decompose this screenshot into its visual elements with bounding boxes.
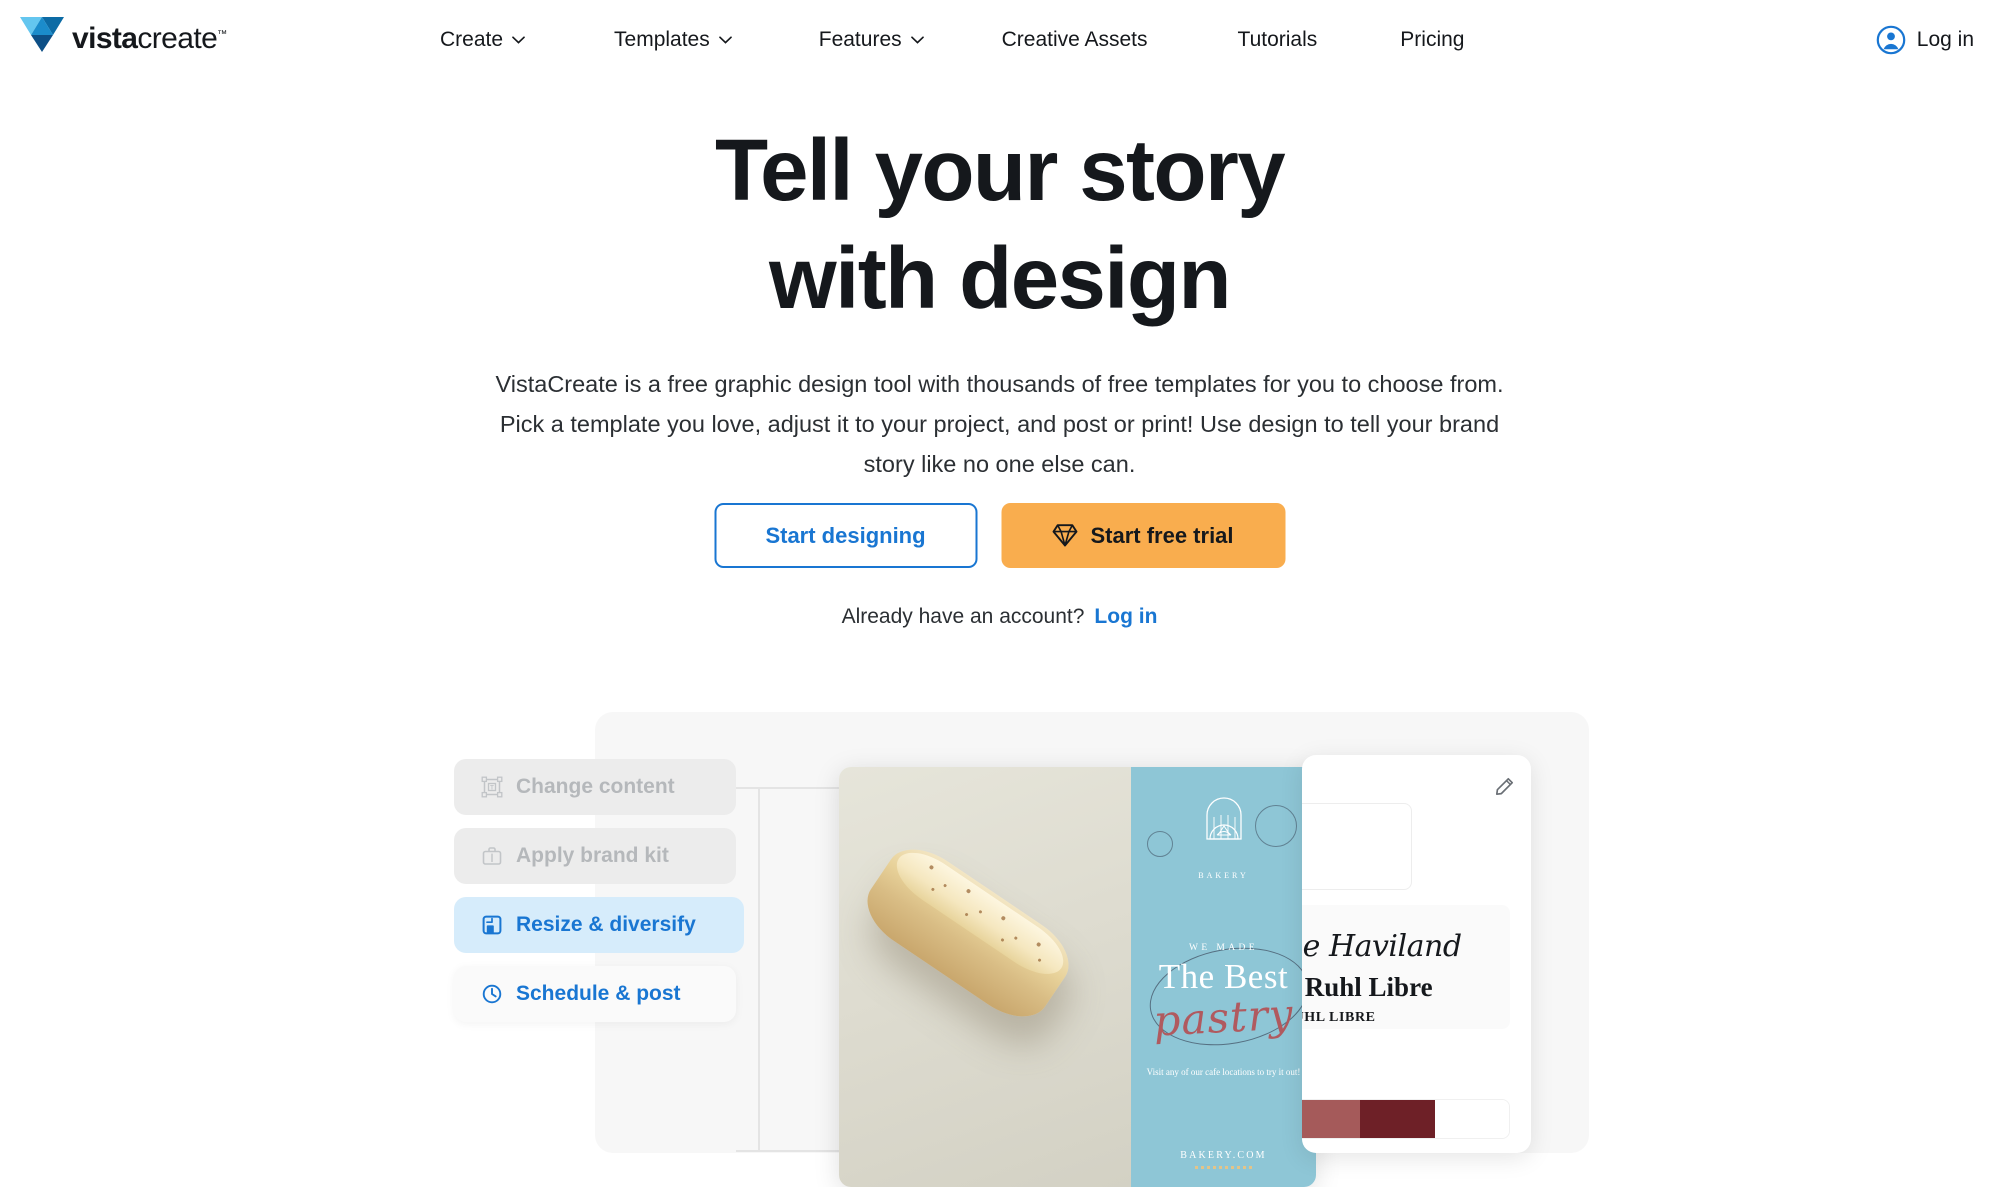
- brand-kit-card[interactable]: Mr De Haviland Frank Ruhl Libre FRANK RU…: [1302, 755, 1531, 1153]
- main-navigation: Create Templates Features Creative Asset…: [440, 0, 1464, 79]
- step-pill-change-content-label: Change content: [516, 775, 675, 798]
- page-title: Tell your story with design: [0, 117, 1999, 333]
- nav-item-creative-assets[interactable]: Creative Assets: [1002, 28, 1148, 52]
- step-pill-apply-brand-kit[interactable]: Apply brand kit: [454, 828, 736, 884]
- briefcase-icon: [482, 847, 502, 865]
- nav-item-create-label: Create: [440, 27, 504, 51]
- diamond-icon: [1052, 524, 1078, 547]
- nav-item-tutorials[interactable]: Tutorials: [1238, 28, 1318, 52]
- hero-title-line-1: Tell your story: [714, 122, 1286, 219]
- design-decorative-rule: [1194, 1166, 1253, 1169]
- showcase-section: T Change content Apply brand kit Resize …: [0, 712, 1999, 1187]
- nav-item-creative-assets-label: Creative Assets: [1001, 27, 1148, 51]
- step-pill-apply-brand-kit-label: Apply brand kit: [516, 844, 669, 867]
- start-designing-label: Start designing: [765, 522, 926, 548]
- account-login-link[interactable]: Log in: [1094, 605, 1157, 629]
- account-prompt-row: Already have an account? Log in: [842, 605, 1158, 629]
- design-script-word: pastry: [1152, 989, 1295, 1046]
- brand-kit-font-caps: FRANK RUHL LIBRE: [1302, 1010, 1376, 1025]
- start-free-trial-button[interactable]: Start free trial: [1001, 503, 1285, 568]
- brand-kit-logo-slot[interactable]: [1302, 803, 1412, 890]
- step-pill-schedule-post[interactable]: Schedule & post: [454, 966, 736, 1022]
- account-prompt-text: Already have an account?: [841, 605, 1085, 628]
- logo-wordmark: vistacreate™: [72, 17, 227, 56]
- design-eyebrow: WE MADE: [1189, 943, 1258, 953]
- nav-item-create[interactable]: Create: [440, 28, 525, 52]
- brand-kit-fonts[interactable]: Mr De Haviland Frank Ruhl Libre FRANK RU…: [1302, 905, 1510, 1029]
- text-box-icon: T: [481, 776, 503, 798]
- logo[interactable]: vistacreate™: [20, 17, 227, 56]
- brand-kit-color-swatches[interactable]: [1302, 1099, 1510, 1139]
- chevron-down-icon: [910, 35, 924, 44]
- hero-cta-row: Start designing Start free trial: [714, 503, 1285, 568]
- user-avatar-icon: [1876, 25, 1906, 54]
- svg-text:T: T: [490, 785, 494, 791]
- design-card-content: BAKERY WE MADE The Best pastry Visit any…: [1131, 767, 1316, 1187]
- chevron-down-icon: [718, 35, 732, 44]
- bakery-brand-label: BAKERY: [1198, 871, 1249, 880]
- step-pill-resize-diversify[interactable]: Resize & diversify: [454, 897, 744, 953]
- resize-frame-icon: [482, 915, 502, 935]
- decorative-circle-small: [1147, 831, 1173, 857]
- brand-kit-font-serif: Frank Ruhl Libre: [1302, 972, 1433, 1002]
- nav-item-templates[interactable]: Templates: [614, 28, 732, 52]
- start-designing-button[interactable]: Start designing: [714, 503, 977, 568]
- step-pill-resize-diversify-label: Resize & diversify: [516, 913, 696, 936]
- eclair-illustration: [854, 834, 1082, 1032]
- nav-item-tutorials-label: Tutorials: [1237, 27, 1318, 51]
- nav-item-features-label: Features: [818, 27, 902, 51]
- chevron-down-icon: [512, 35, 525, 44]
- nav-item-features[interactable]: Features: [819, 28, 924, 52]
- nav-item-templates-label: Templates: [614, 27, 710, 51]
- hero-subtitle: VistaCreate is a free graphic design too…: [495, 371, 1504, 477]
- design-url: BAKERY.COM: [1180, 1150, 1267, 1161]
- decorative-circle-large: [1255, 805, 1297, 847]
- design-body-text: Visit any of our cafe locations to try i…: [1146, 1067, 1301, 1077]
- nav-item-pricing-label: Pricing: [1400, 27, 1465, 51]
- step-pill-change-content[interactable]: T Change content: [454, 759, 736, 815]
- pastry-photo: [839, 767, 1131, 1187]
- design-preview-card[interactable]: BAKERY WE MADE The Best pastry Visit any…: [839, 767, 1316, 1187]
- color-swatch-3[interactable]: [1360, 1100, 1435, 1138]
- nav-item-pricing[interactable]: Pricing: [1400, 28, 1464, 52]
- pencil-icon[interactable]: [1495, 777, 1514, 796]
- hero-title-line-2: with design: [769, 230, 1232, 327]
- connector-line-vertical: [758, 787, 760, 1152]
- login-button[interactable]: Log in: [1876, 0, 1974, 79]
- bakery-logo-icon: [1205, 797, 1242, 840]
- step-pill-schedule-post-label: Schedule & post: [516, 982, 681, 1005]
- logo-trademark: ™: [217, 29, 227, 40]
- brand-kit-font-script: Mr De Haviland: [1302, 929, 1462, 964]
- clock-icon: [482, 984, 502, 1004]
- logo-word-create: create: [137, 22, 218, 55]
- start-free-trial-label: Start free trial: [1090, 522, 1234, 548]
- logo-word-vista: vista: [72, 22, 138, 55]
- vistacreate-logo-icon: [20, 17, 64, 52]
- login-label: Log in: [1916, 27, 1974, 51]
- color-swatch-4[interactable]: [1434, 1100, 1509, 1138]
- site-header: vistacreate™ Create Templates Features C…: [0, 0, 1999, 79]
- color-swatch-2[interactable]: [1302, 1100, 1360, 1138]
